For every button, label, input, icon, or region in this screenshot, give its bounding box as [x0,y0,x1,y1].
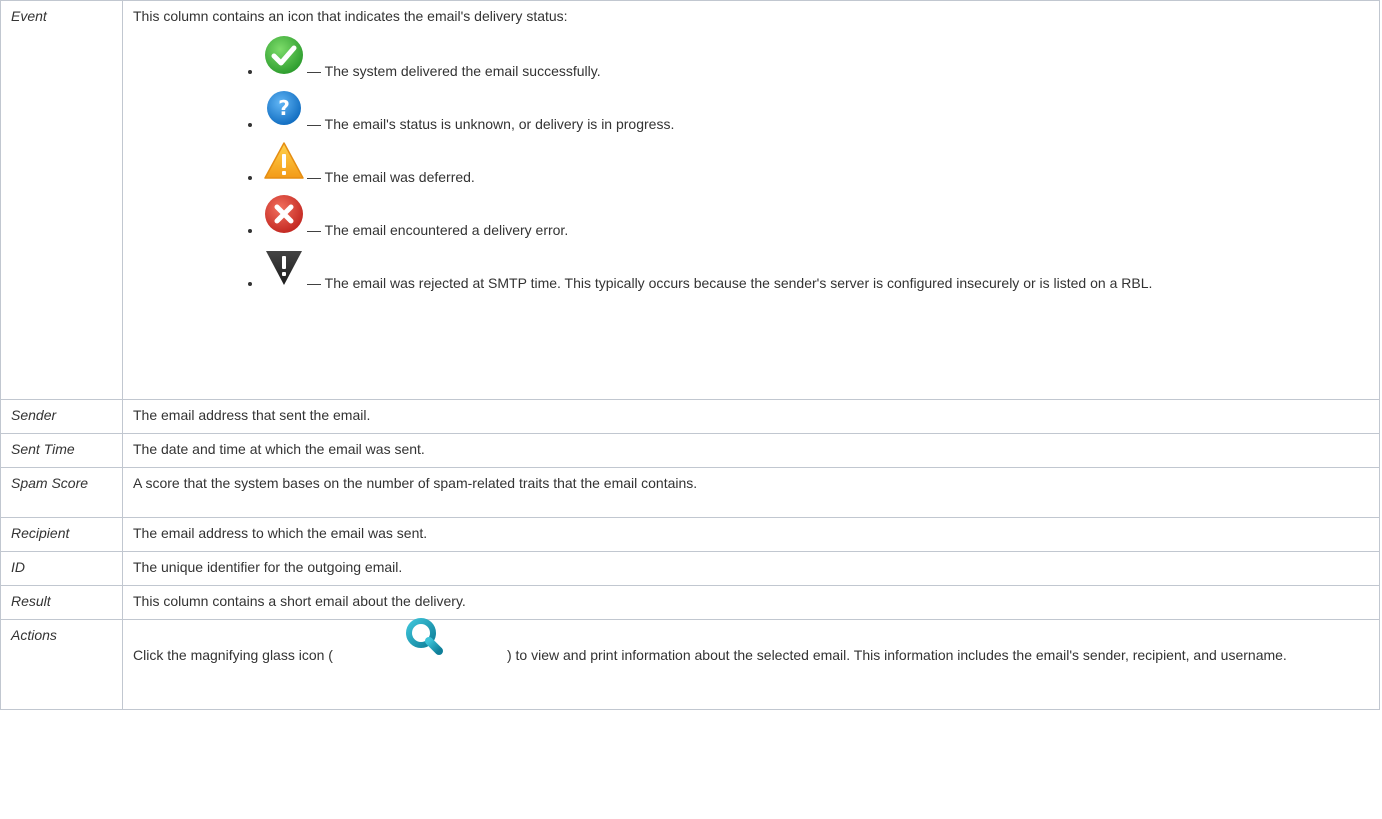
field-description: The email address that sent the email. [122,399,1380,434]
status-text: — The email was rejected at SMTP time. T… [307,275,1153,291]
list-item: ? — The email's status is unknown, or de… [263,87,1369,132]
deferred-warning-icon [263,140,305,182]
field-description: The date and time at which the email was… [122,433,1380,468]
table-row-recipient: Recipient The email address to which the… [0,517,1380,552]
table-row-sent-time: Sent Time The date and time at which the… [0,433,1380,468]
event-intro: This column contains an icon that indica… [133,8,568,24]
status-text: — The email's status is unknown, or deli… [307,116,675,132]
field-name: Result [0,585,123,620]
field-description-table: Event This column contains an icon that … [0,0,1380,710]
success-check-icon [263,34,305,76]
actions-text-before: Click the magnifying glass icon ( [133,647,333,663]
icon-spacer [333,618,507,660]
table-row-event: Event This column contains an icon that … [0,0,1380,400]
field-name: Sender [0,399,123,434]
field-name: Actions [0,619,123,710]
field-name: Event [0,0,123,400]
field-name: Spam Score [0,467,123,518]
actions-description: Click the magnifying glass icon ( ) to v… [133,618,1369,663]
status-icon-list: — The system delivered the email success… [133,34,1369,291]
unknown-question-icon: ? [263,87,305,129]
table-row-id: ID The unique identifier for the outgoin… [0,551,1380,586]
error-x-icon [263,193,305,235]
field-name: Recipient [0,517,123,552]
svg-text:?: ? [278,96,290,120]
field-name: ID [0,551,123,586]
list-item: — The email was deferred. [263,140,1369,185]
list-item: — The email encountered a delivery error… [263,193,1369,238]
table-row-sender: Sender The email address that sent the e… [0,399,1380,434]
list-item: — The email was rejected at SMTP time. T… [263,246,1369,291]
table-row-actions: Actions Click the magnifying glass icon … [0,618,1380,710]
field-description: This column contains a short email about… [122,585,1380,620]
magnifying-glass-icon [401,613,449,661]
actions-text-after: ) to view and print information about th… [506,647,1287,663]
field-description: The email address to which the email was… [122,517,1380,552]
status-text: — The email encountered a delivery error… [307,222,569,238]
status-text: — The system delivered the email success… [307,63,601,79]
field-description: This column contains an icon that indica… [122,0,1380,400]
field-description: A score that the system bases on the num… [122,467,1380,518]
field-description: Click the magnifying glass icon ( ) to v… [122,618,1380,710]
status-text: — The email was deferred. [307,169,475,185]
list-item: — The system delivered the email success… [263,34,1369,79]
field-description: The unique identifier for the outgoing e… [122,551,1380,586]
table-row-result: Result This column contains a short emai… [0,585,1380,620]
field-name: Sent Time [0,433,123,468]
table-row-spam-score: Spam Score A score that the system bases… [0,467,1380,518]
rejected-alert-icon [263,246,305,288]
